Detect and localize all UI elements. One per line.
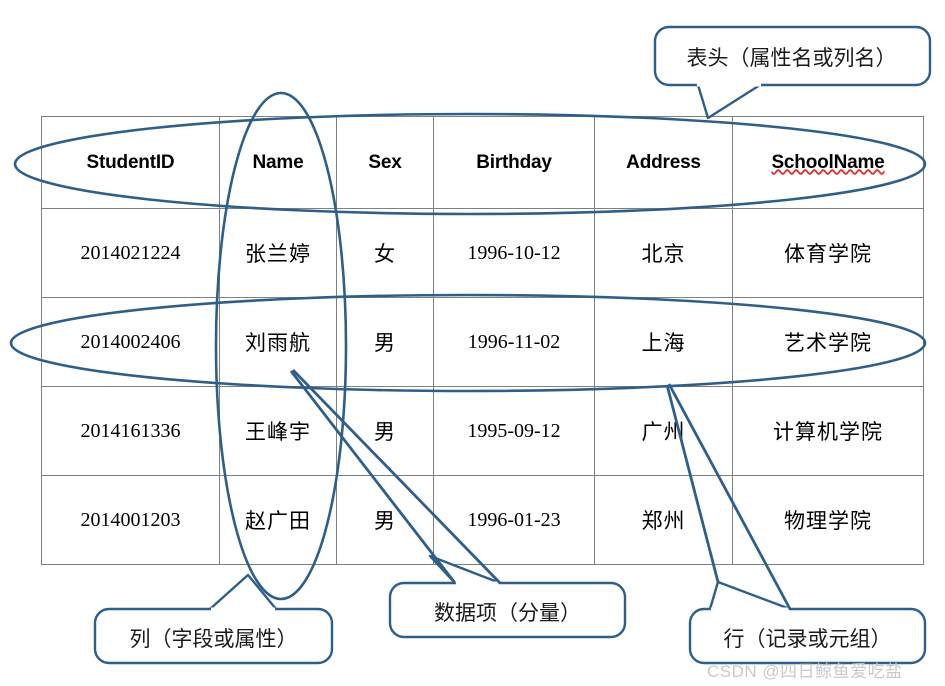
table-row: 2014002406 刘雨航 男 1996-11-02 上海 艺术学院	[41, 297, 924, 387]
column-header-address: Address	[594, 116, 733, 209]
csdn-watermark: CSDN @四日鲸鱼爱吃盐	[707, 662, 903, 681]
cell-address: 上海	[594, 297, 733, 387]
cell-schoolname: 艺术学院	[732, 297, 924, 387]
cell-schoolname: 体育学院	[732, 208, 924, 298]
row-callout-label: 行（记录或元组）	[723, 628, 892, 651]
table-header: StudentID Name Sex Birthday Address Scho…	[41, 116, 924, 209]
table-row: 2014001203 赵广田 男 1996-01-23 郑州 物理学院	[41, 475, 924, 565]
cell-address: 广州	[594, 386, 733, 476]
item-callout-label: 数据项（分量）	[434, 602, 581, 625]
cell-schoolname: 计算机学院	[732, 386, 924, 476]
cell-address: 北京	[594, 208, 733, 298]
cell-birthday: 1996-11-02	[433, 297, 595, 387]
column-header-birthday: Birthday	[433, 116, 595, 209]
cell-schoolname: 物理学院	[732, 475, 924, 565]
cell-name: 刘雨航	[219, 297, 337, 387]
column-header-name: Name	[219, 116, 337, 209]
cell-studentid: 2014001203	[41, 475, 220, 565]
cell-studentid: 2014161336	[41, 386, 220, 476]
cell-address: 郑州	[594, 475, 733, 565]
column-header-studentid: StudentID	[41, 116, 220, 209]
table-header-row: StudentID Name Sex Birthday Address Scho…	[41, 116, 924, 209]
cell-sex: 男	[336, 297, 434, 387]
cell-sex: 男	[336, 475, 434, 565]
cell-name: 张兰婷	[219, 208, 337, 298]
cell-sex: 女	[336, 208, 434, 298]
student-table: StudentID Name Sex Birthday Address Scho…	[41, 116, 924, 565]
table-body: 2014021224 张兰婷 女 1996-10-12 北京 体育学院 2014…	[41, 208, 924, 565]
cell-studentid: 2014002406	[41, 297, 220, 387]
cell-birthday: 1996-01-23	[433, 475, 595, 565]
diagram-canvas: StudentID Name Sex Birthday Address Scho…	[0, 0, 945, 686]
column-header-schoolname: SchoolName	[732, 116, 924, 209]
column-header-sex: Sex	[336, 116, 434, 209]
cell-name: 赵广田	[219, 475, 337, 565]
cell-birthday: 1996-10-12	[433, 208, 595, 298]
cell-studentid: 2014021224	[41, 208, 220, 298]
column-callout-label: 列（字段或属性）	[129, 628, 298, 651]
header-callout-label: 表头（属性名或列名）	[686, 47, 897, 70]
cell-sex: 男	[336, 386, 434, 476]
header-callout-tail	[696, 83, 761, 120]
table-row: 2014021224 张兰婷 女 1996-10-12 北京 体育学院	[41, 208, 924, 298]
column-callout-tail	[209, 573, 277, 610]
cell-birthday: 1995-09-12	[433, 386, 595, 476]
cell-name: 王峰宇	[219, 386, 337, 476]
row-callout-tail	[708, 580, 791, 611]
schoolname-misspelled-text: SchoolName	[771, 151, 885, 173]
table-row: 2014161336 王峰宇 男 1995-09-12 广州 计算机学院	[41, 386, 924, 476]
